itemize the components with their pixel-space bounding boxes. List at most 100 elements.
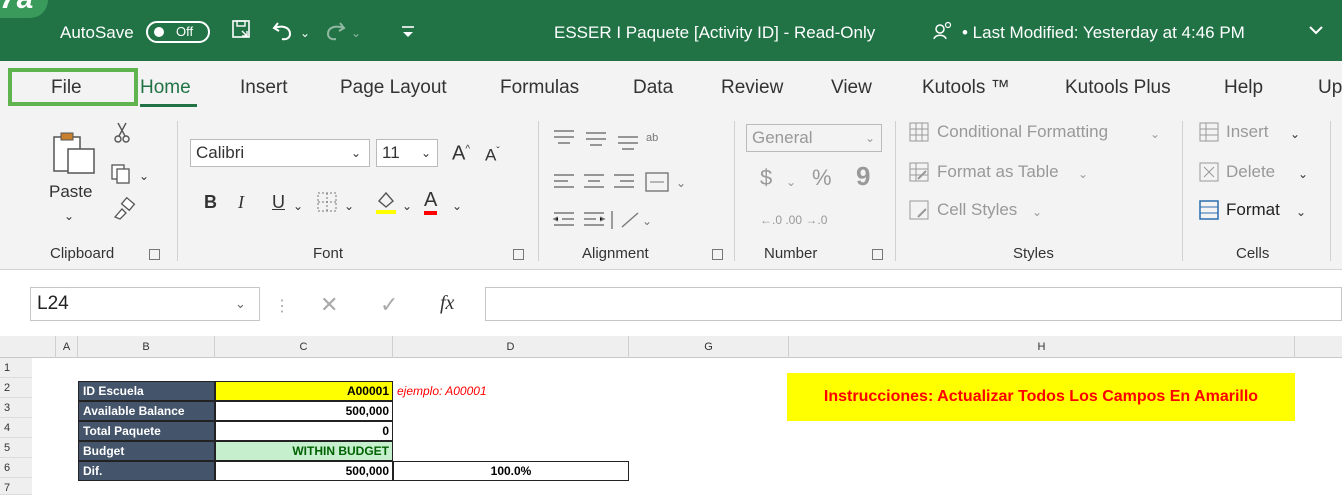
value-dif-percent[interactable]: 100.0% xyxy=(393,461,629,481)
tab-review[interactable]: Review xyxy=(721,76,783,100)
label-budget[interactable]: Budget xyxy=(78,441,215,461)
fill-color-dropdown-icon[interactable]: ⌄ xyxy=(402,195,412,217)
formula-input[interactable] xyxy=(485,287,1342,321)
number-launcher-icon[interactable] xyxy=(872,249,883,260)
format-cells-icon[interactable] xyxy=(1198,199,1220,221)
label-dif[interactable]: Dif. xyxy=(78,461,215,481)
paste-label[interactable]: Paste xyxy=(49,181,92,203)
vertical-align-icons[interactable]: ab xyxy=(552,127,662,153)
italic-button[interactable]: I xyxy=(238,191,244,213)
delete-cells-icon[interactable] xyxy=(1198,161,1220,183)
insert-cells-icon[interactable] xyxy=(1198,121,1220,143)
conditional-formatting-button[interactable]: Conditional Formatting xyxy=(937,121,1108,143)
cut-icon[interactable] xyxy=(112,121,132,145)
tab-data[interactable]: Data xyxy=(633,76,673,100)
tab-help[interactable]: Help xyxy=(1224,76,1263,100)
tab-formulas[interactable]: Formulas xyxy=(500,76,579,100)
value-dif[interactable]: 500,000 xyxy=(215,461,393,481)
tab-view[interactable]: View xyxy=(831,76,872,100)
chevron-down-icon[interactable]: ⌄ xyxy=(1296,201,1306,223)
bold-button[interactable]: B xyxy=(204,191,217,213)
underline-button[interactable]: U xyxy=(272,191,285,213)
conditional-formatting-icon[interactable] xyxy=(908,121,930,143)
format-painter-icon[interactable] xyxy=(112,196,136,221)
enter-icon[interactable]: ✓ xyxy=(380,292,398,318)
chevron-down-icon[interactable]: ⌄ xyxy=(1078,163,1088,185)
chevron-down-icon[interactable]: ⌄ xyxy=(1290,123,1300,145)
number-format-select[interactable]: General ⌄ xyxy=(746,124,882,152)
row-header-6[interactable]: 6 xyxy=(0,458,32,478)
column-header-d[interactable]: D xyxy=(393,336,629,358)
fill-color-icon[interactable] xyxy=(374,189,398,215)
tab-kutools[interactable]: Kutools ™ xyxy=(922,76,1010,100)
underline-dropdown-icon[interactable]: ⌄ xyxy=(293,195,303,217)
row-header-2[interactable]: 2 xyxy=(0,378,32,398)
customize-qat-icon[interactable] xyxy=(398,22,418,42)
person-search-icon[interactable] xyxy=(932,20,954,42)
decimal-buttons[interactable]: ←.0 .00 →.0 xyxy=(760,209,827,231)
indent-orientation-icons[interactable]: ⌄ xyxy=(552,207,682,233)
currency-dropdown-icon[interactable]: ⌄ xyxy=(786,171,796,193)
instructions-banner[interactable]: Instrucciones: Actualizar Todos Los Camp… xyxy=(787,373,1295,421)
font-launcher-icon[interactable] xyxy=(513,249,524,260)
copy-icon[interactable] xyxy=(110,163,134,185)
column-header-c[interactable]: C xyxy=(215,336,393,358)
cell-styles-icon[interactable] xyxy=(908,199,930,221)
select-all-corner[interactable] xyxy=(0,336,56,358)
row-header-7[interactable]: 7 xyxy=(0,478,32,495)
label-available-balance[interactable]: Available Balance xyxy=(78,401,215,421)
chevron-down-icon[interactable]: ⌄ xyxy=(1150,123,1160,145)
borders-dropdown-icon[interactable]: ⌄ xyxy=(344,195,354,217)
currency-button[interactable]: $ xyxy=(760,167,772,189)
tab-home[interactable]: Home xyxy=(140,76,191,100)
autosave-toggle[interactable]: Off xyxy=(146,21,210,43)
cancel-icon[interactable]: ✕ xyxy=(320,292,338,318)
decrease-font-icon[interactable]: Aˇ xyxy=(485,141,500,167)
format-cells-button[interactable]: Format xyxy=(1226,199,1280,221)
percent-button[interactable]: % xyxy=(812,167,832,189)
value-available-balance[interactable]: 500,000 xyxy=(215,401,393,421)
horizontal-align-icons[interactable]: ⌄ xyxy=(552,169,712,195)
tab-page-layout[interactable]: Page Layout xyxy=(340,76,447,100)
chevron-down-icon[interactable]: ⌄ xyxy=(1298,163,1308,185)
label-total-paquete[interactable]: Total Paquete xyxy=(78,421,215,441)
font-size-select[interactable]: 11 ⌄ xyxy=(376,139,438,167)
example-hint[interactable]: ejemplo: A00001 xyxy=(397,382,487,402)
format-as-table-button[interactable]: Format as Table xyxy=(937,161,1059,183)
last-modified[interactable]: • Last Modified: Yesterday at 4:46 PM xyxy=(962,22,1245,44)
clipboard-launcher-icon[interactable] xyxy=(149,249,160,260)
column-header-b[interactable]: B xyxy=(78,336,215,358)
comma-button[interactable]: 9 xyxy=(856,163,870,189)
insert-function-icon[interactable]: fx xyxy=(440,292,454,315)
font-family-select[interactable]: Calibri ⌄ xyxy=(190,139,370,167)
paste-icon[interactable] xyxy=(50,129,100,177)
value-id-escuela[interactable]: A00001 xyxy=(215,381,393,401)
alignment-launcher-icon[interactable] xyxy=(712,249,723,260)
paste-dropdown-icon[interactable]: ⌄ xyxy=(64,205,74,227)
column-header-h[interactable]: H xyxy=(789,336,1295,358)
undo-dropdown-icon[interactable]: ⌄ xyxy=(300,22,310,44)
row-header-4[interactable]: 4 xyxy=(0,418,32,438)
name-box[interactable]: L24 ⌄ xyxy=(30,287,260,321)
borders-icon[interactable] xyxy=(316,191,338,213)
row-header-1[interactable]: 1 xyxy=(0,358,32,378)
row-header-3[interactable]: 3 xyxy=(0,398,32,418)
tab-overflow[interactable]: Up xyxy=(1318,76,1342,100)
cell-styles-button[interactable]: Cell Styles xyxy=(937,199,1017,221)
increase-font-icon[interactable]: A^ xyxy=(452,139,470,165)
label-id-escuela[interactable]: ID Escuela xyxy=(78,381,215,401)
value-budget[interactable]: WITHIN BUDGET xyxy=(215,441,393,461)
tab-insert[interactable]: Insert xyxy=(240,76,288,100)
save-icon[interactable] xyxy=(230,18,254,42)
copy-dropdown-icon[interactable]: ⌄ xyxy=(139,165,149,187)
column-header-a[interactable]: A xyxy=(56,336,78,358)
chevron-down-icon[interactable]: ⌄ xyxy=(1032,201,1042,223)
undo-icon[interactable] xyxy=(270,17,296,43)
title-dropdown-icon[interactable] xyxy=(1306,20,1326,40)
column-header-g[interactable]: G xyxy=(629,336,789,358)
row-header-5[interactable]: 5 xyxy=(0,438,32,458)
insert-cells-button[interactable]: Insert xyxy=(1226,121,1269,143)
font-color-dropdown-icon[interactable]: ⌄ xyxy=(452,195,462,217)
delete-cells-button[interactable]: Delete xyxy=(1226,161,1275,183)
font-color-icon[interactable]: A xyxy=(424,189,438,215)
